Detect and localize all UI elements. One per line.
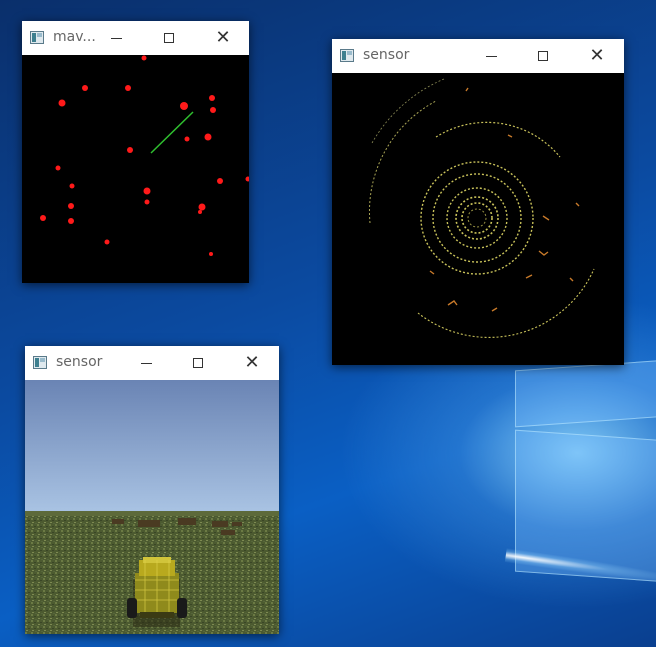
maximize-button[interactable]	[146, 21, 192, 55]
lidar-scan-canvas	[368, 78, 595, 338]
opencv-window-icon	[340, 49, 354, 62]
windows-logo-pane-top	[515, 359, 656, 428]
lidar-sensor-window[interactable]: sensor ✕	[332, 39, 624, 365]
close-icon: ✕	[215, 27, 231, 48]
camera-image	[25, 380, 279, 634]
obstacle-points	[40, 55, 249, 256]
obstacle-map-canvas	[40, 55, 249, 256]
lidar-view	[332, 73, 624, 365]
lidar-rings	[368, 78, 595, 338]
maximize-button[interactable]	[175, 346, 221, 380]
window-title: sensor	[56, 354, 103, 370]
maximize-button[interactable]	[520, 39, 566, 73]
map-window[interactable]: mav... ✕	[22, 21, 249, 283]
close-button[interactable]: ✕	[200, 21, 246, 55]
title-bar[interactable]: sensor ✕	[25, 346, 279, 380]
map-view	[22, 55, 249, 283]
minimize-button[interactable]	[123, 346, 169, 380]
title-bar[interactable]: sensor ✕	[332, 39, 624, 73]
close-button[interactable]: ✕	[574, 39, 620, 73]
window-title: mav...	[53, 29, 96, 45]
opencv-window-icon	[33, 356, 47, 369]
title-bar[interactable]: mav... ✕	[22, 21, 249, 55]
opencv-window-icon	[30, 31, 44, 44]
close-button[interactable]: ✕	[229, 346, 275, 380]
minimize-button[interactable]	[93, 21, 139, 55]
sky	[25, 380, 279, 512]
window-title: sensor	[363, 47, 410, 63]
camera-sensor-window[interactable]: sensor ✕	[25, 346, 279, 634]
heading-line	[150, 111, 194, 154]
close-icon: ✕	[244, 352, 260, 373]
camera-view	[25, 380, 279, 634]
lidar-returns	[429, 87, 580, 312]
minimize-button[interactable]	[468, 39, 514, 73]
close-icon: ✕	[589, 45, 605, 66]
